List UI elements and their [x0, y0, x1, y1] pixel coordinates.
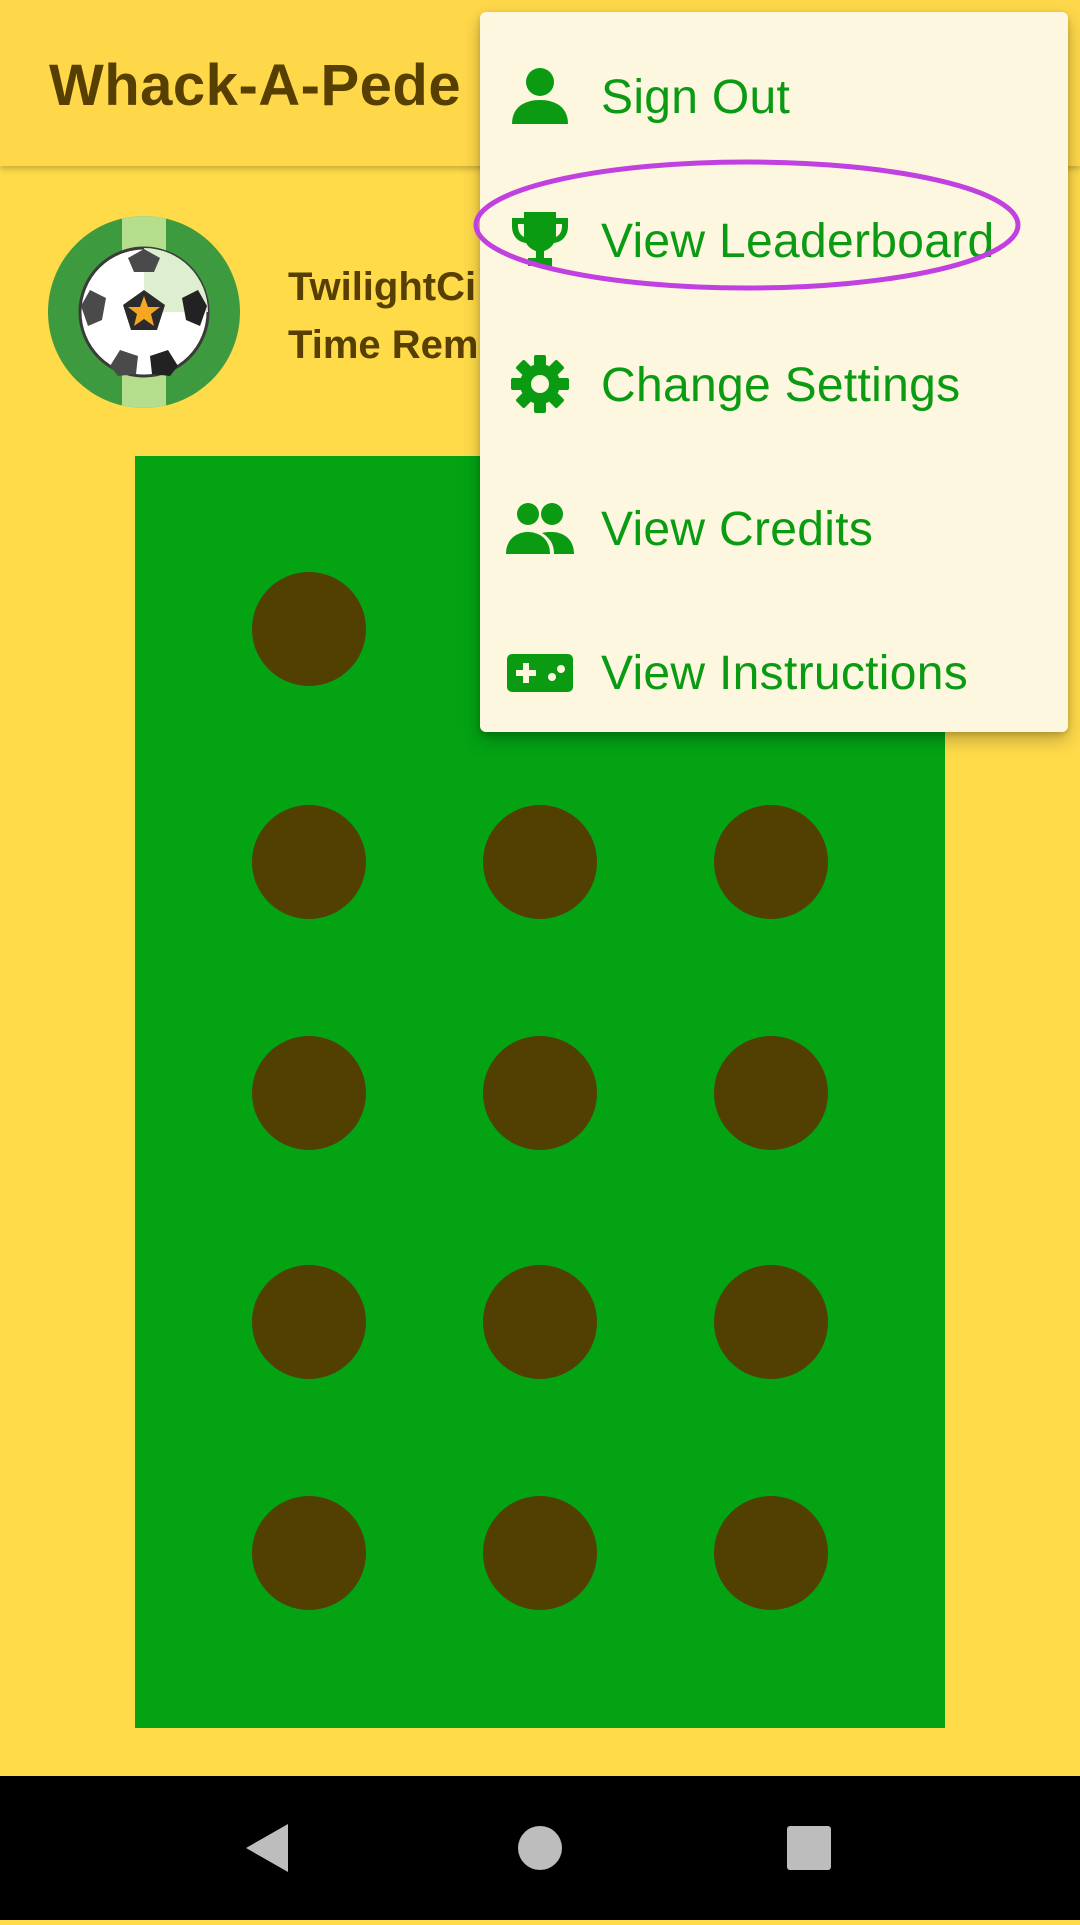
hole[interactable] — [714, 1496, 828, 1610]
app-title: Whack-A-Pede — [49, 53, 462, 118]
home-button[interactable] — [468, 1776, 612, 1920]
menu-item-label: View Instructions — [601, 647, 969, 700]
trophy-icon — [512, 212, 568, 266]
hole[interactable] — [252, 1496, 366, 1610]
player-info: TwilightCi Time Rem — [288, 258, 508, 374]
hole[interactable] — [252, 805, 366, 919]
recents-button[interactable] — [737, 1776, 881, 1920]
hole[interactable] — [714, 1036, 828, 1150]
time-remaining-text: Time Rem — [288, 323, 479, 367]
menu-item-view-credits[interactable]: View Credits — [480, 456, 1068, 600]
hole[interactable] — [714, 1265, 828, 1379]
menu-item-change-settings[interactable]: Change Settings — [480, 312, 1068, 456]
hole[interactable] — [252, 1036, 366, 1150]
back-triangle-icon — [246, 1824, 288, 1872]
gamepad-icon — [507, 654, 573, 692]
menu-item-label: View Credits — [601, 503, 874, 556]
hole[interactable] — [483, 1496, 597, 1610]
overflow-menu: Sign Out View Leaderboard Change Setting… — [480, 12, 1068, 732]
home-circle-icon — [518, 1826, 562, 1870]
menu-item-sign-out[interactable]: Sign Out — [480, 24, 1068, 168]
menu-item-label: Sign Out — [601, 71, 791, 124]
soccer-ball-avatar-icon — [48, 216, 240, 408]
gear-icon — [511, 355, 569, 413]
menu-item-view-instructions[interactable]: View Instructions — [480, 600, 1068, 744]
hole[interactable] — [483, 805, 597, 919]
system-nav-bar — [0, 1776, 1080, 1920]
hole[interactable] — [714, 805, 828, 919]
person-icon — [512, 68, 568, 124]
hole[interactable] — [483, 1036, 597, 1150]
hole[interactable] — [483, 1265, 597, 1379]
back-button[interactable] — [196, 1776, 340, 1920]
recents-square-icon — [787, 1826, 831, 1870]
hole[interactable] — [252, 1265, 366, 1379]
people-icon — [506, 503, 574, 554]
player-name-text: TwilightCi — [288, 265, 477, 309]
menu-item-view-leaderboard[interactable]: View Leaderboard — [480, 168, 1068, 312]
hole[interactable] — [252, 572, 366, 686]
menu-item-label: Change Settings — [601, 359, 961, 412]
menu-item-label: View Leaderboard — [601, 215, 995, 268]
